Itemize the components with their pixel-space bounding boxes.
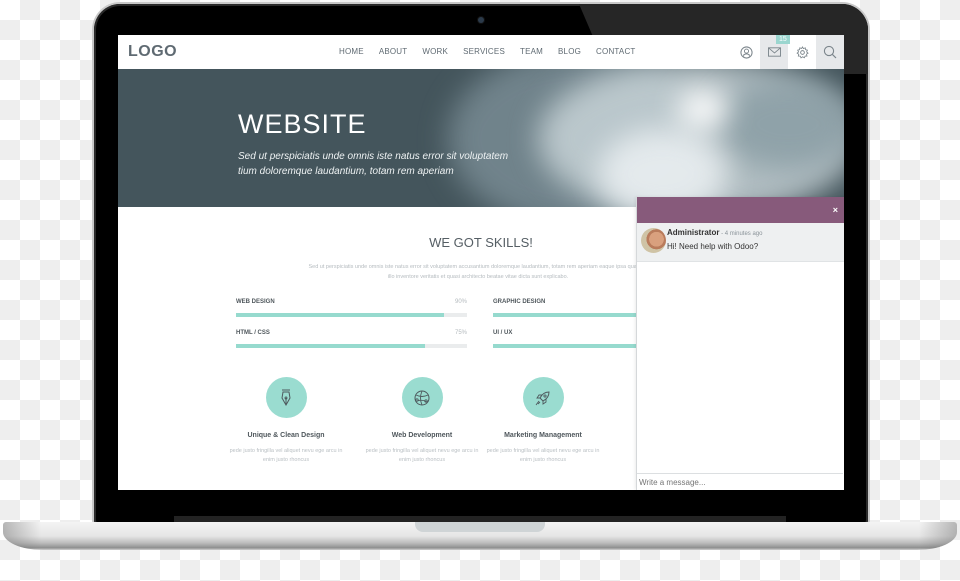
feature-text: pede justo fringilla vel aliquet nevu eg…: [229, 448, 343, 463]
nav-link-team[interactable]: TEAM: [520, 47, 543, 56]
feature-title: Unique & Clean Design: [247, 432, 325, 439]
nav-link-about[interactable]: ABOUT: [379, 47, 408, 56]
feature-text: pede justo fringilla vel aliquet nevu eg…: [365, 448, 479, 463]
author-name: Administrator: [667, 228, 720, 237]
hero-title: WEBSITE: [238, 109, 367, 139]
feature-web-development: Web Development pede justo fringilla vel…: [362, 377, 482, 465]
feature-icon-circle: [401, 377, 443, 418]
skill-percent: 75%: [454, 330, 467, 336]
message-author: Administrator - 4 minutes ago: [667, 228, 762, 237]
lid-opening-notch: [415, 522, 545, 532]
nav-link-services[interactable]: SERVICES: [463, 47, 505, 56]
search-button[interactable]: [816, 35, 844, 69]
chat-message-input[interactable]: [637, 473, 843, 490]
skill-fill: [493, 344, 636, 348]
skill-fill: [236, 344, 426, 348]
skill-ui-ux: UI / UX: [493, 330, 636, 348]
nav-icons: 15: [732, 35, 844, 69]
feature-icon-circle: [265, 377, 307, 418]
skill-graphic-design: GRAPHIC DESIGN: [493, 299, 636, 317]
skill-label: GRAPHIC DESIGN: [493, 299, 546, 305]
skill-bar: [236, 344, 467, 348]
logo[interactable]: LOGO: [128, 43, 177, 61]
feature-marketing: Marketing Management pede justo fringill…: [483, 377, 603, 465]
skill-label: UI / UX: [493, 330, 513, 336]
chat-header[interactable]: ×: [637, 197, 844, 223]
gear-icon: [795, 45, 809, 59]
globe-icon: [414, 390, 430, 405]
skill-web-design: WEB DESIGN 90%: [236, 299, 467, 317]
chat-message: Administrator - 4 minutes ago Hi! Need h…: [637, 223, 844, 262]
skills-description: Sed ut perspiciatis unde omnis iste natu…: [308, 264, 648, 280]
skill-bar: [493, 344, 636, 348]
hero-banner: WEBSITE Sed ut perspiciatis unde omnis i…: [118, 69, 844, 207]
search-icon: [823, 45, 837, 59]
nav-links: HOME ABOUT WORK SERVICES TEAM BLOG CONTA…: [339, 47, 651, 56]
skill-fill: [493, 313, 636, 317]
feature-design: Unique & Clean Design pede justo fringil…: [226, 377, 346, 465]
user-button[interactable]: [732, 35, 760, 69]
mail-button[interactable]: 15: [760, 35, 790, 69]
feature-icon-circle: [522, 377, 564, 418]
user-icon: [739, 45, 753, 59]
hero-subtitle: Sed ut perspiciatis unde omnis iste natu…: [238, 151, 509, 177]
skill-percent: 90%: [454, 299, 467, 305]
nav-link-contact[interactable]: CONTACT: [596, 47, 635, 56]
nav-link-home[interactable]: HOME: [339, 47, 364, 56]
skill-html-css: HTML / CSS 75%: [236, 330, 467, 348]
feature-title: Marketing Management: [504, 432, 582, 439]
laptop-screen: LOGO HOME ABOUT WORK SERVICES TEAM BLOG …: [118, 35, 844, 490]
skill-label: HTML / CSS: [236, 330, 270, 336]
mail-icon: [767, 47, 781, 57]
webcam-icon: [478, 17, 484, 23]
message-text: Hi! Need help with Odoo?: [667, 242, 759, 251]
chat-close-button[interactable]: ×: [833, 205, 838, 215]
rocket-icon: [535, 390, 550, 405]
skill-bar: [236, 313, 467, 317]
nav-link-work[interactable]: WORK: [422, 47, 448, 56]
navbar: LOGO HOME ABOUT WORK SERVICES TEAM BLOG …: [118, 35, 844, 70]
feature-text: pede justo fringilla vel aliquet nevu eg…: [486, 448, 600, 463]
message-time: - 4 minutes ago: [719, 231, 763, 237]
hero-cloud: [678, 89, 728, 129]
settings-button[interactable]: [788, 35, 816, 69]
skill-label: WEB DESIGN: [236, 299, 275, 305]
nav-link-blog[interactable]: BLOG: [558, 47, 581, 56]
avatar: [641, 228, 666, 253]
live-chat-window: × Administrator - 4 minutes ago Hi! Need…: [636, 197, 844, 490]
feature-title: Web Development: [391, 432, 453, 439]
skill-bar: [493, 313, 636, 317]
pen-nib-icon: [281, 389, 291, 406]
skill-fill: [236, 313, 444, 317]
